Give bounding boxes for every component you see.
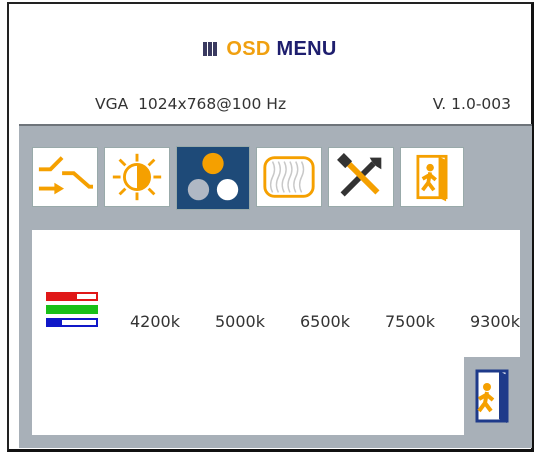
title-osd: OSD [226, 38, 271, 60]
tools-icon [337, 153, 382, 197]
tab-brightness[interactable] [104, 147, 170, 207]
tab-image[interactable] [256, 147, 322, 207]
color-icon [187, 152, 239, 201]
green-bar [46, 305, 98, 314]
firmware-version: V. 1.0-003 [432, 95, 511, 113]
signal-info: VGA 1024x768@100 Hz [95, 95, 287, 113]
exit-door-icon [416, 154, 448, 202]
exit-button[interactable] [464, 357, 520, 435]
osd-window: OSD MENU VGA 1024x768@100 Hz V. 1.0-003 [7, 2, 534, 452]
temperature-options: 4200k 5000k 6500k 7500k 9300k [130, 312, 520, 331]
temp-option-6500k[interactable]: 6500k [300, 312, 350, 331]
image-wave-icon [263, 156, 315, 198]
osd-title: OSD MENU [9, 38, 531, 61]
tab-color[interactable] [176, 146, 250, 210]
brightness-contrast-icon [112, 153, 162, 201]
rgb-bars-icon [46, 292, 98, 331]
tab-bar [32, 146, 464, 210]
temp-option-5000k[interactable]: 5000k [215, 312, 265, 331]
tab-exit[interactable] [400, 147, 464, 207]
exit-door-icon [475, 369, 509, 423]
menu-panel: 4200k 5000k 6500k 7500k 9300k [19, 124, 532, 448]
temp-option-4200k[interactable]: 4200k [130, 312, 180, 331]
title-menu: MENU [276, 38, 337, 60]
red-bar [46, 292, 98, 301]
temp-option-7500k[interactable]: 7500k [385, 312, 435, 331]
bars-logo-icon [203, 42, 219, 56]
status-line: VGA 1024x768@100 Hz V. 1.0-003 [95, 95, 511, 113]
temp-option-9300k[interactable]: 9300k [470, 312, 520, 331]
input-switch-icon [38, 156, 94, 195]
tab-tools[interactable] [328, 147, 394, 207]
blue-bar [46, 318, 98, 327]
tab-input[interactable] [32, 147, 98, 207]
color-temp-panel: 4200k 5000k 6500k 7500k 9300k [32, 230, 520, 435]
